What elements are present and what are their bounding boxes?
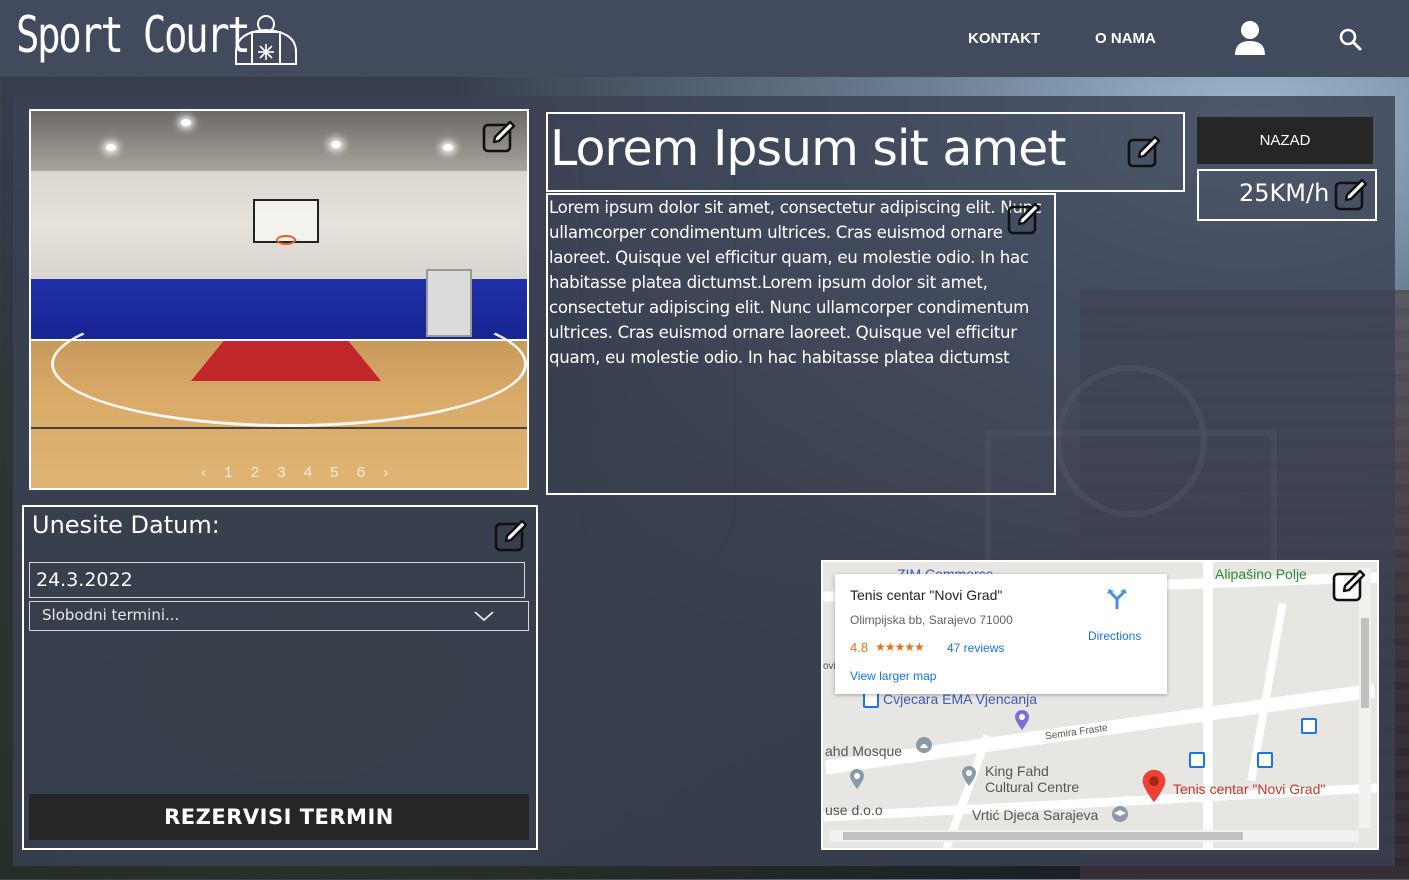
map-label: Alipašino Polje (1215, 566, 1307, 582)
map-place-card: Tenis centar "Novi Grad" Olimpijska bb, … (835, 574, 1167, 694)
reviews-link[interactable]: 47 reviews (947, 641, 1004, 655)
map-label: Vrtić Djeca Sarajeva (972, 807, 1099, 823)
edit-icon[interactable] (1333, 177, 1369, 213)
free-slots-placeholder: Slobodni termini... (42, 606, 180, 624)
carousel-next[interactable]: › (383, 464, 395, 481)
carousel-page[interactable]: 3 (277, 464, 292, 481)
map-marker-icon[interactable] (1141, 768, 1167, 804)
directions-icon[interactable] (1106, 588, 1128, 610)
mosque-icon[interactable] (915, 736, 933, 754)
bus-stop-icon[interactable] (1189, 752, 1205, 768)
free-slots-select[interactable]: Slobodni termini... (29, 601, 529, 631)
back-button[interactable]: NAZAD (1197, 117, 1373, 164)
carousel-prev[interactable]: ‹ (201, 464, 213, 481)
view-larger-map-link[interactable]: View larger map (850, 669, 936, 683)
carousel-pagination: ‹ 1 2 3 4 5 6 › (201, 464, 395, 481)
carousel-page[interactable]: 4 (304, 464, 319, 481)
rating-stars-icon: ★★★★★ (875, 640, 925, 654)
map-label: ahd Mosque (825, 743, 903, 759)
court-description: Lorem ipsum dolor sit amet, consectetur … (549, 198, 1042, 367)
directions-link[interactable]: Directions (1088, 629, 1141, 643)
date-input[interactable] (29, 562, 525, 598)
carousel-page[interactable]: 2 (251, 464, 266, 481)
logo-text[interactable]: Sport Court (16, 6, 251, 64)
place-name: Tenis centar "Novi Grad" (850, 587, 1003, 603)
edit-icon[interactable] (493, 518, 529, 554)
chevron-down-icon (474, 611, 494, 622)
bus-stop-icon[interactable] (1301, 718, 1317, 734)
court-description-box: Lorem ipsum dolor sit amet, consectetur … (546, 193, 1056, 495)
map-label: Cultural Centre (985, 779, 1080, 795)
speed-value: 25KM/h (1239, 179, 1330, 207)
court-photo (31, 111, 527, 488)
edit-icon[interactable] (1126, 134, 1162, 170)
carousel-page[interactable]: 6 (357, 464, 372, 481)
edit-icon[interactable] (481, 119, 517, 155)
map-vertical-scrollbar[interactable] (1359, 568, 1371, 828)
nav-o-nama[interactable]: O NAMA (1095, 30, 1156, 47)
place-rating: 4.8 (850, 640, 869, 655)
date-label: Unesite Datum: (32, 511, 220, 539)
court-photo-gallery: ‹ 1 2 3 4 5 6 › (29, 109, 529, 490)
edit-icon[interactable] (1331, 568, 1367, 604)
map-place-icon[interactable] (961, 765, 977, 787)
map-label: use d.o.o (825, 802, 883, 818)
place-address: Olimpijska bb, Sarajevo 71000 (850, 613, 1013, 627)
map-horizontal-scrollbar[interactable] (829, 830, 1359, 842)
school-icon[interactable] (1111, 805, 1129, 823)
map-label: King Fahd (985, 763, 1049, 779)
edit-icon[interactable] (1006, 201, 1042, 237)
court-title: Lorem Ipsum sit amet (550, 120, 1066, 177)
carousel-page[interactable]: 1 (224, 464, 239, 481)
reserve-button[interactable]: REZERVISI TERMIN (29, 794, 529, 840)
nav-kontakt[interactable]: KONTAKT (968, 30, 1040, 47)
court-title-box: Lorem Ipsum sit amet (546, 112, 1185, 192)
carousel-page[interactable]: 5 (330, 464, 345, 481)
bus-stop-icon[interactable] (863, 692, 879, 708)
location-map[interactable]: ZIM Commerce Alipašino Polje Cvjecara EM… (821, 560, 1379, 850)
logo-icon[interactable] (232, 12, 300, 68)
map-place-icon[interactable] (1014, 709, 1030, 731)
search-icon[interactable] (1338, 27, 1362, 51)
map-label: ovi (823, 661, 836, 672)
speed-box: 25KM/h (1197, 169, 1377, 221)
reservation-panel: Unesite Datum: Slobodni termini... REZER… (22, 505, 538, 850)
user-icon[interactable] (1234, 20, 1266, 56)
map-place-icon[interactable] (849, 768, 865, 790)
bus-stop-icon[interactable] (1257, 752, 1273, 768)
map-label: Tenis centar "Novi Grad" (1173, 781, 1326, 797)
site-header: Sport Court KONTAKT O NAMA (0, 0, 1409, 77)
